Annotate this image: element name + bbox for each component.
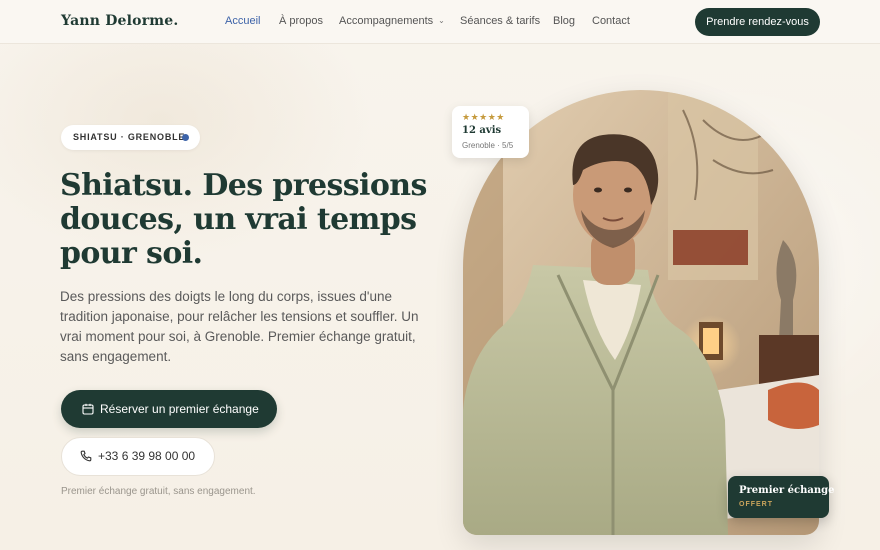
nav-item-accueil[interactable]: Accueil: [225, 15, 260, 27]
offer-card: Premier échange OFFERT: [728, 476, 834, 518]
badge-label: SHIATSU · GRENOBLE: [73, 132, 186, 142]
book-first-exchange-label: Réserver un premier échange: [100, 402, 259, 416]
free-exchange-note: Premier échange gratuit, sans engagement…: [61, 486, 256, 497]
nav-item-a-propos[interactable]: À propos: [279, 15, 323, 27]
chevron-down-icon: ⌄: [438, 16, 445, 25]
book-appointment-button[interactable]: Prendre rendez-vous: [695, 8, 820, 36]
offer-subtitle: OFFERT: [739, 501, 773, 508]
review-meta: Grenoble · 5/5: [462, 141, 514, 150]
site-logo[interactable]: Yann Delorme.: [61, 13, 179, 29]
calendar-icon: [82, 403, 94, 415]
nav-item-blog[interactable]: Blog: [553, 15, 575, 27]
nav-item-seances-tarifs[interactable]: Séances & tarifs: [460, 15, 540, 27]
nav-item-accompagnements-label: Accompagnements: [339, 15, 434, 27]
phone-button[interactable]: +33 6 39 98 00 00: [61, 437, 215, 476]
hero-description: Des pressions des doigts le long du corp…: [60, 289, 419, 364]
phone-number-label: +33 6 39 98 00 00: [98, 449, 196, 463]
location-badge: SHIATSU · GRENOBLE: [61, 125, 200, 150]
nav-item-accompagnements[interactable]: Accompagnements ⌄: [339, 15, 445, 27]
reviews-card: ★★★★★ 12 avis Grenoble · 5/5: [452, 106, 529, 158]
nav-item-contact[interactable]: Contact: [592, 15, 630, 27]
rating-stars-icon: ★★★★★: [462, 112, 505, 122]
offer-title: Premier échange: [739, 485, 835, 496]
hero-title: Shiatsu. Des pressions douces, un vrai t…: [60, 168, 427, 271]
phone-icon: [80, 450, 92, 462]
site-header: Yann Delorme. Accueil À propos Accompagn…: [0, 0, 880, 44]
book-first-exchange-button[interactable]: Réserver un premier échange: [61, 390, 277, 428]
review-count: 12 avis: [462, 125, 502, 136]
status-dot: [182, 134, 189, 141]
